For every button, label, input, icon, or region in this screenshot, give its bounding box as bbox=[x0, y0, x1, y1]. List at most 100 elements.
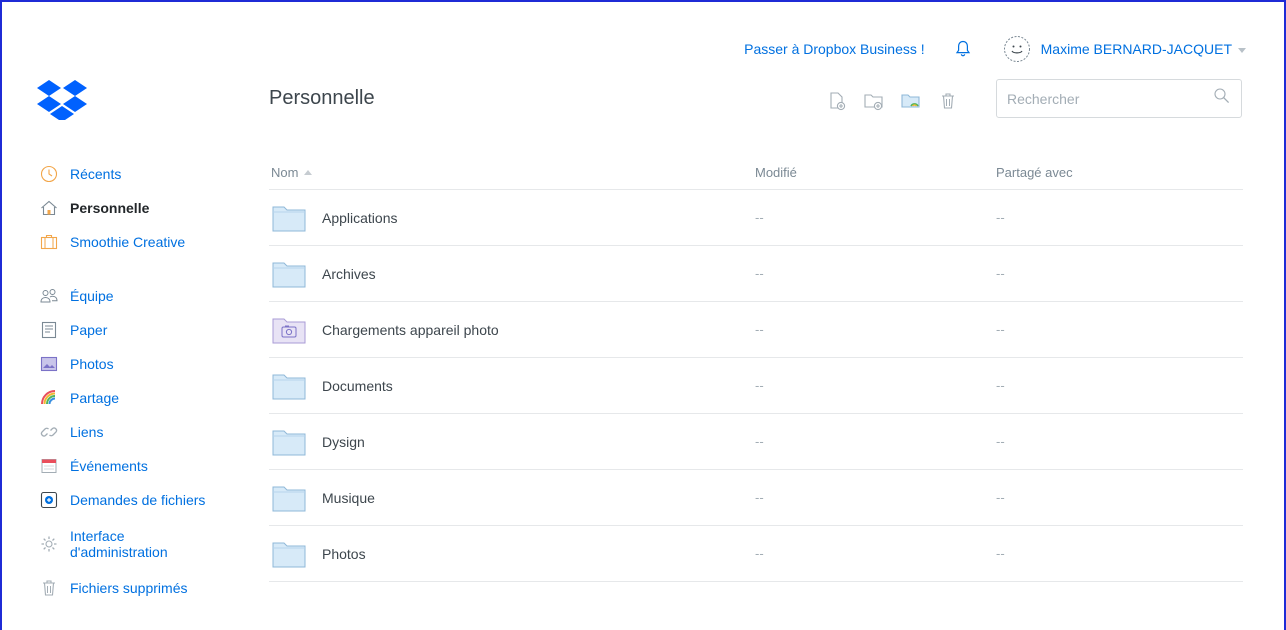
search-input[interactable] bbox=[1007, 90, 1213, 107]
link-icon bbox=[40, 423, 58, 441]
modified-cell: -- bbox=[755, 434, 764, 449]
delete-button[interactable] bbox=[937, 90, 959, 112]
team-icon bbox=[40, 287, 58, 305]
sidebar-item-recents[interactable]: Récents bbox=[40, 162, 240, 186]
shared-cell: -- bbox=[996, 434, 1005, 449]
new-folder-icon bbox=[864, 94, 883, 111]
sidebar-item-label: Récents bbox=[70, 166, 122, 182]
modified-cell: -- bbox=[755, 378, 764, 393]
name-cell: Photos bbox=[269, 539, 755, 569]
trash-icon bbox=[942, 93, 954, 109]
shared-cell: -- bbox=[996, 266, 1005, 281]
sidebar-item-fichiers-supprimes[interactable]: Fichiers supprimés bbox=[40, 576, 240, 600]
shared-cell: -- bbox=[996, 378, 1005, 393]
briefcase-icon bbox=[40, 233, 58, 251]
name-cell: Musique bbox=[269, 483, 755, 513]
search-box bbox=[996, 79, 1242, 118]
file-name[interactable]: Documents bbox=[322, 378, 393, 394]
shared-cell: -- bbox=[996, 210, 1005, 225]
table-header: Nom Modifié Partagé avec bbox=[269, 156, 1243, 190]
file-request-icon bbox=[40, 491, 58, 509]
paper-icon bbox=[40, 321, 58, 339]
modified-cell: -- bbox=[755, 546, 764, 561]
sidebar-item-label-line1: Interface bbox=[70, 528, 125, 544]
modified-cell: -- bbox=[755, 490, 764, 505]
clock-icon bbox=[40, 165, 58, 183]
name-cell: Dysign bbox=[269, 427, 755, 457]
new-file-button[interactable] bbox=[826, 90, 848, 112]
sidebar-item-photos[interactable]: Photos bbox=[40, 352, 240, 376]
folder-icon bbox=[272, 374, 306, 399]
modified-cell: -- bbox=[755, 322, 764, 337]
table-row[interactable]: Photos -- -- bbox=[269, 526, 1243, 582]
avatar[interactable] bbox=[1003, 35, 1031, 63]
sidebar-item-personnelle[interactable]: Personnelle bbox=[40, 196, 240, 220]
file-name[interactable]: Dysign bbox=[322, 434, 365, 450]
table-row[interactable]: Chargements appareil photo -- -- bbox=[269, 302, 1243, 358]
table-row[interactable]: Musique -- -- bbox=[269, 470, 1243, 526]
user-name: Maxime BERNARD-JACQUET bbox=[1040, 41, 1232, 57]
rainbow-icon bbox=[40, 389, 58, 407]
file-name[interactable]: Applications bbox=[322, 210, 398, 226]
table-row[interactable]: Dysign -- -- bbox=[269, 414, 1243, 470]
sidebar-item-label: Personnelle bbox=[70, 200, 150, 216]
sidebar-item-paper[interactable]: Paper bbox=[40, 318, 240, 342]
folder-icon bbox=[272, 262, 306, 287]
dropbox-logo[interactable] bbox=[36, 78, 88, 122]
shared-cell: -- bbox=[996, 546, 1005, 561]
sidebar-item-smoothie-creative[interactable]: Smoothie Creative bbox=[40, 230, 240, 254]
shared-folder-button[interactable] bbox=[900, 90, 922, 112]
sidebar-item-equipe[interactable]: Équipe bbox=[40, 284, 240, 308]
sort-ascending-icon bbox=[304, 170, 313, 175]
chevron-down-icon bbox=[1238, 47, 1246, 53]
sidebar-item-label: Partage bbox=[70, 390, 120, 406]
file-name[interactable]: Photos bbox=[322, 546, 366, 562]
sidebar-item-label: Demandes de fichiers bbox=[70, 492, 206, 508]
camera-folder-icon bbox=[272, 318, 306, 343]
shared-cell: -- bbox=[996, 322, 1005, 337]
home-icon bbox=[40, 199, 58, 217]
sidebar-item-label: Équipe bbox=[70, 288, 114, 304]
sidebar-item-label: Événements bbox=[70, 458, 148, 474]
search-icon[interactable] bbox=[1213, 87, 1231, 110]
bell-icon[interactable] bbox=[953, 39, 973, 59]
table-row[interactable]: Applications -- -- bbox=[269, 190, 1243, 246]
calendar-icon bbox=[40, 457, 58, 475]
top-bar: Passer à Dropbox Business ! Maxime BERNA… bbox=[744, 35, 1246, 63]
upgrade-link[interactable]: Passer à Dropbox Business ! bbox=[744, 41, 925, 57]
file-table: Nom Modifié Partagé avec Applications --… bbox=[269, 156, 1243, 582]
sidebar-item-partage[interactable]: Partage bbox=[40, 386, 240, 410]
column-header-modified[interactable]: Modifié bbox=[755, 165, 996, 180]
sidebar-item-demandes-de-fichiers[interactable]: Demandes de fichiers bbox=[40, 488, 240, 512]
sidebar-item-liens[interactable]: Liens bbox=[40, 420, 240, 444]
sidebar-item-label: Interface d'administration bbox=[70, 528, 168, 560]
gear-icon bbox=[40, 535, 58, 553]
name-cell: Applications bbox=[269, 203, 755, 233]
sidebar-item-label: Paper bbox=[70, 322, 108, 338]
new-file-icon bbox=[830, 92, 846, 111]
file-name[interactable]: Musique bbox=[322, 490, 375, 506]
column-header-label: Nom bbox=[271, 165, 299, 180]
table-row[interactable]: Archives -- -- bbox=[269, 246, 1243, 302]
column-header-name[interactable]: Nom bbox=[269, 165, 755, 180]
shared-cell: -- bbox=[996, 490, 1005, 505]
sidebar-item-interface-administration[interactable]: Interface d'administration bbox=[40, 522, 240, 566]
photos-icon bbox=[40, 355, 58, 373]
name-cell: Chargements appareil photo bbox=[269, 315, 755, 345]
folder-icon bbox=[272, 206, 306, 231]
shared-folder-icon bbox=[901, 94, 920, 108]
toolbar bbox=[826, 90, 974, 112]
sidebar-item-label: Liens bbox=[70, 424, 104, 440]
modified-cell: -- bbox=[755, 266, 764, 281]
file-name[interactable]: Chargements appareil photo bbox=[322, 322, 499, 338]
name-cell: Archives bbox=[269, 259, 755, 289]
user-menu[interactable]: Maxime BERNARD-JACQUET bbox=[1041, 41, 1246, 57]
new-folder-button[interactable] bbox=[863, 90, 885, 112]
sidebar-item-evenements[interactable]: Événements bbox=[40, 454, 240, 478]
column-header-shared[interactable]: Partagé avec bbox=[996, 165, 1243, 180]
trash-icon bbox=[40, 579, 58, 597]
name-cell: Documents bbox=[269, 371, 755, 401]
table-row[interactable]: Documents -- -- bbox=[269, 358, 1243, 414]
sidebar-item-label: Smoothie Creative bbox=[70, 234, 186, 250]
file-name[interactable]: Archives bbox=[322, 266, 376, 282]
